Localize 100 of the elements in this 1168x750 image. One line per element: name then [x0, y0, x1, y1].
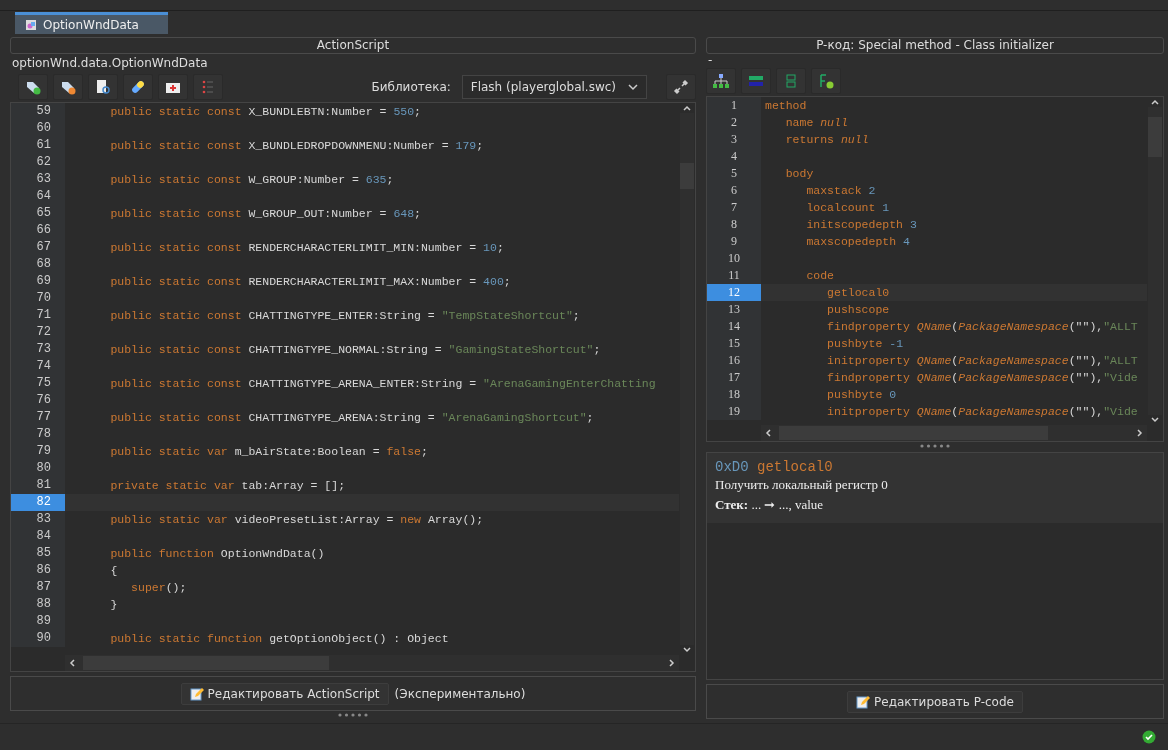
code-line: public static const X_BUNDLEBTN:Number = 550;	[109, 104, 421, 120]
code-line: public static const W_GROUP_OUT:Number = 648;	[109, 206, 421, 222]
scroll-up-icon[interactable]	[1150, 97, 1160, 107]
line-number: 62	[11, 154, 65, 171]
code-line: maxstack 2	[805, 183, 876, 199]
line-number: 73	[11, 341, 65, 358]
line-number: 5	[707, 165, 761, 182]
toolbar-button[interactable]	[706, 68, 736, 94]
method-subtitle: -	[707, 54, 714, 66]
toolbar-button[interactable]	[158, 74, 188, 100]
horizontal-scrollbar[interactable]	[65, 655, 679, 672]
scrollbar-thumb[interactable]	[83, 656, 330, 671]
panel-title: P-код: Special method - Class initializer	[706, 37, 1164, 54]
line-number: 64	[11, 188, 65, 205]
line-number: 85	[11, 545, 65, 562]
toolbar-button[interactable]	[811, 68, 841, 94]
code-line: method	[764, 98, 807, 114]
code-line: private static var tab:Array = [];	[109, 478, 346, 494]
line-number: 84	[11, 528, 65, 545]
experimental-note: (Экспериментально)	[394, 686, 526, 701]
line-number: 81	[11, 477, 65, 494]
vertical-scrollbar[interactable]	[1147, 97, 1163, 425]
code-line: pushbyte 0	[826, 387, 897, 403]
line-number: 66	[11, 222, 65, 239]
panel-title: ActionScript	[10, 37, 696, 54]
document-tab[interactable]: OptionWndData	[15, 12, 168, 34]
code-line: public static const CHATTINGTYPE_ARENA:String = "ArenaGamingShortcut";	[109, 410, 594, 426]
code-line: findproperty QName(PackageNamespace(""),"Vide	[826, 370, 1138, 386]
code-line: public function OptionWndData()	[109, 546, 325, 562]
line-number: 77	[11, 409, 65, 426]
line-number: 12	[707, 284, 761, 301]
function-add-icon	[817, 72, 835, 90]
line-number: 80	[11, 460, 65, 477]
code-line: pushbyte -1	[826, 336, 904, 352]
line-number: 83	[11, 511, 65, 528]
code-line: public static function getOptionObject() : Object	[109, 631, 449, 647]
code-line: localcount 1	[805, 200, 890, 216]
line-number: 67	[11, 239, 65, 256]
toolbar-button[interactable]	[18, 74, 48, 100]
code-line: public static const CHATTINGTYPE_ENTER:String = "TempStateShortcut";	[109, 308, 580, 324]
line-number: 8	[707, 216, 761, 233]
scrollbar-thumb[interactable]	[779, 426, 1048, 440]
line-number: 72	[11, 324, 65, 341]
link-icon	[673, 79, 689, 95]
scrollbar-thumb[interactable]	[1148, 117, 1162, 157]
code-line: public static const RENDERCHARACTERLIMIT_MIN:Number = 10;	[109, 240, 504, 256]
code-line: initproperty QName(PackageNamespace(""),"Vide	[826, 404, 1138, 420]
link-button[interactable]	[666, 74, 696, 100]
line-number: 79	[11, 443, 65, 460]
scrollbar-thumb[interactable]	[680, 163, 694, 189]
line-number: 9	[707, 233, 761, 250]
tab-label: OptionWndData	[43, 17, 139, 32]
resize-grip-icon[interactable]	[337, 713, 369, 717]
line-number: 1	[707, 97, 761, 114]
line-number: 61	[11, 137, 65, 154]
code-line: initproperty QName(PackageNamespace(""),"ALLT	[826, 353, 1138, 369]
document-icon	[25, 18, 37, 31]
code-line: }	[109, 597, 118, 613]
document-search-icon	[94, 78, 112, 96]
line-number: 82	[11, 494, 65, 511]
line-number: 2	[707, 114, 761, 131]
class-path: optionWnd.data.OptionWndData	[11, 55, 209, 72]
edit-icon	[856, 694, 871, 709]
line-number: 14	[707, 318, 761, 335]
edit-actionscript-button[interactable]: Редактировать ActionScript	[180, 682, 389, 705]
line-number: 70	[11, 290, 65, 307]
toolbar-button[interactable]	[53, 74, 83, 100]
line-number: 63	[11, 171, 65, 188]
code-line: public static const CHATTINGTYPE_NORMAL:String = "GamingStateShortcut";	[109, 342, 601, 358]
line-number: 87	[11, 579, 65, 596]
code-line: body	[784, 166, 814, 182]
resize-grip-icon[interactable]	[919, 444, 951, 448]
scroll-up-icon[interactable]	[682, 103, 692, 113]
line-number: 4	[707, 148, 761, 165]
line-number: 6	[707, 182, 761, 199]
code-line: super();	[130, 580, 187, 596]
edit-pcode-button[interactable]: Редактировать P-code	[847, 690, 1023, 713]
code-line: {	[109, 563, 118, 579]
code-line: pushscope	[826, 302, 890, 318]
line-number: 7	[707, 199, 761, 216]
line-number: 86	[11, 562, 65, 579]
toolbar-button[interactable]	[88, 74, 118, 100]
code-line: public static const W_GROUP:Number = 635;	[109, 172, 394, 188]
horizontal-scrollbar[interactable]	[761, 425, 1147, 441]
toolbar-button[interactable]	[123, 74, 153, 100]
library-dropdown[interactable]: Flash (playerglobal.swc)	[461, 75, 647, 99]
line-number: 10	[707, 250, 761, 267]
code-line: public static const X_BUNDLEDROPDOWNMENU:Number = 179;	[109, 138, 484, 154]
line-number: 60	[11, 120, 65, 137]
scroll-down-icon[interactable]	[1150, 415, 1160, 425]
tree-icon	[712, 72, 730, 90]
line-number: 74	[11, 358, 65, 375]
code-line: public static var videoPresetList:Array = new Array();	[109, 512, 484, 528]
line-number: 17	[707, 369, 761, 386]
line-number: 75	[11, 375, 65, 392]
line-number: 78	[11, 426, 65, 443]
edit-icon	[189, 686, 204, 701]
code-line: findproperty QName(PackageNamespace(""),"ALLT	[826, 319, 1138, 335]
line-number: 89	[11, 613, 65, 630]
code-line: maxscopedepth 4	[805, 234, 910, 250]
